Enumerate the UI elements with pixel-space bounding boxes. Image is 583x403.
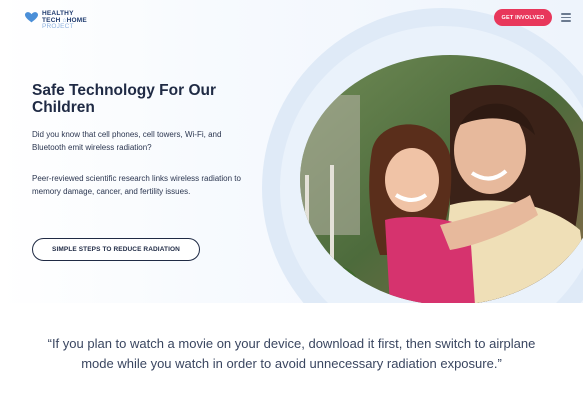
reduce-radiation-button[interactable]: SIMPLE STEPS TO REDUCE RADIATION: [32, 238, 200, 261]
hero-title: Safe Technology For Our Children: [32, 82, 217, 116]
heart-logo-icon: [25, 12, 38, 23]
hero-section: HEALTHY TECH ⌂HOME PROJECT GET INVOLVED …: [0, 0, 583, 303]
hero-photo: [300, 55, 583, 303]
get-involved-button[interactable]: GET INVOLVED: [494, 9, 552, 26]
hamburger-menu-icon[interactable]: [561, 13, 571, 22]
logo[interactable]: HEALTHY TECH ⌂HOME PROJECT: [25, 10, 87, 31]
hero-paragraph-2: Peer-reviewed scientific research links …: [32, 174, 241, 196]
logo-line-3: PROJECT: [42, 23, 74, 30]
hero-paragraph-1: Did you know that cell phones, cell towe…: [32, 130, 222, 152]
quote-text: “If you plan to watch a movie on your de…: [47, 336, 536, 371]
logo-wordmark: HEALTHY TECH ⌂HOME PROJECT: [42, 10, 87, 31]
